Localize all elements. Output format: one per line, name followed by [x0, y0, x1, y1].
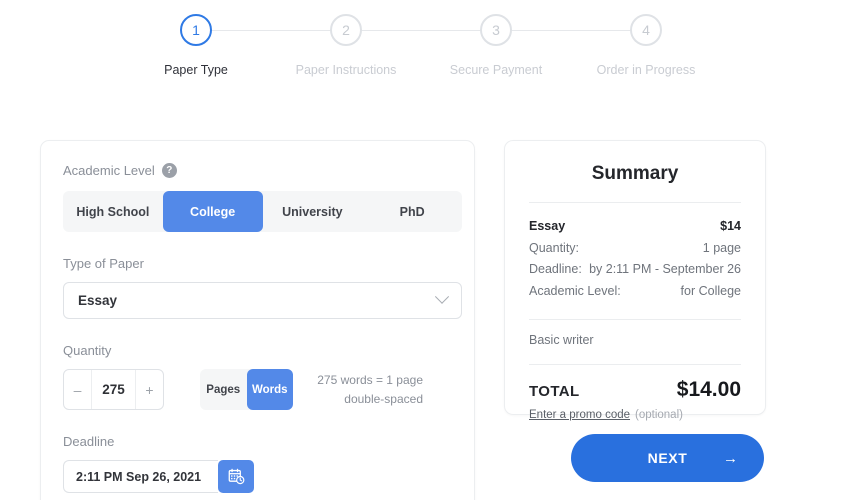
total-value: $14.00 [676, 378, 741, 401]
step-label: Order in Progress [596, 63, 696, 77]
next-button-label: NEXT [647, 450, 688, 466]
progress-stepper: 1 Paper Type 2 Paper Instructions 3 Secu… [0, 0, 842, 100]
summary-row-value: by 2:11 PM - September 26 [589, 262, 741, 276]
quantity-note-line-2: double-spaced [344, 391, 423, 406]
promo-code-row: Enter a promo code (optional) [529, 409, 741, 421]
summary-divider-bottom [529, 364, 741, 365]
step-label: Paper Type [164, 63, 228, 77]
type-of-paper-value: Essay [78, 293, 118, 308]
step-number-circle: 1 [180, 14, 212, 46]
step-number-circle: 4 [630, 14, 662, 46]
summary-row-quantity: Quantity: 1 page [529, 238, 741, 260]
quantity-conversion-note: 275 words = 1 page double-spaced [313, 371, 423, 408]
quantity-field: Quantity – 275 + Pages Words 275 words =… [63, 343, 452, 410]
step-1-paper-type[interactable]: 1 Paper Type [121, 14, 346, 77]
quantity-label: Quantity [63, 343, 112, 358]
step-3-secure-payment[interactable]: 3 Secure Payment [421, 14, 646, 77]
academic-level-option-college[interactable]: College [162, 191, 263, 232]
type-of-paper-select[interactable]: Essay [63, 282, 462, 319]
order-form-page: 1 Paper Type 2 Paper Instructions 3 Secu… [0, 0, 842, 500]
academic-level-label-text: Academic Level [63, 163, 155, 178]
arrow-right-icon: → [723, 449, 738, 467]
step-connector-1 [196, 30, 346, 31]
paper-type-form-card: Academic Level ? High School College Uni… [40, 140, 475, 500]
quantity-note-line-1: 275 words = 1 page [317, 372, 423, 387]
stepper-steps: 1 Paper Type 2 Paper Instructions 3 Secu… [121, 0, 721, 77]
summary-divider-top [529, 202, 741, 203]
summary-row-key: Quantity: [529, 240, 580, 255]
chevron-down-icon [434, 289, 450, 304]
deadline-label: Deadline [63, 434, 115, 449]
step-number-circle: 2 [330, 14, 362, 46]
summary-row-deadline: Deadline: by 2:11 PM - September 26 [529, 259, 741, 281]
writer-tier: Basic writer [529, 333, 594, 347]
step-4-order-in-progress[interactable]: 4 Order in Progress [571, 14, 721, 77]
academic-level-option-phd[interactable]: PhD [362, 191, 462, 232]
quantity-unit-words[interactable]: Words [246, 369, 293, 410]
quantity-controls-row: – 275 + Pages Words 275 words = 1 page d… [63, 369, 452, 410]
promo-optional-text: (optional) [635, 409, 683, 421]
quantity-value[interactable]: 275 [91, 370, 136, 409]
quantity-increment-button[interactable]: + [136, 370, 163, 409]
summary-divider-middle [529, 319, 741, 320]
next-button[interactable]: NEXT → [571, 434, 764, 482]
academic-level-segmented-control: High School College University PhD [63, 191, 462, 232]
summary-row-value: 1 page [702, 240, 741, 255]
academic-level-label: Academic Level ? [63, 163, 452, 178]
step-label: Secure Payment [449, 63, 543, 77]
academic-level-option-university[interactable]: University [263, 191, 363, 232]
type-of-paper-label: Type of Paper [63, 256, 144, 271]
summary-row-academic-level: Academic Level: for College [529, 281, 741, 303]
step-connector-2 [346, 30, 496, 31]
summary-card: Summary Essay $14 Quantity: 1 page Deadl… [504, 140, 766, 421]
promo-code-link[interactable]: Enter a promo code [529, 409, 630, 421]
step-2-paper-instructions[interactable]: 2 Paper Instructions [271, 14, 496, 77]
summary-row-essay: Essay $14 [529, 216, 741, 238]
summary-row-key: Academic Level: [529, 283, 621, 298]
quantity-unit-pages[interactable]: Pages [200, 369, 247, 410]
type-of-paper-field: Type of Paper Essay [63, 256, 462, 319]
summary-row-value: for College [680, 283, 741, 298]
step-connector-3 [496, 30, 646, 31]
step-number-circle: 3 [480, 14, 512, 46]
quantity-stepper: – 275 + [63, 369, 164, 410]
deadline-field: Deadline 2:11 PM Sep 26, 2021 [63, 434, 452, 493]
summary-row-key: Deadline: [529, 262, 582, 276]
summary-total-row: TOTAL $14.00 [529, 378, 741, 402]
total-label: TOTAL [529, 383, 580, 400]
step-label: Paper Instructions [295, 63, 397, 77]
academic-level-option-high-school[interactable]: High School [63, 191, 163, 232]
summary-row-key: Essay [529, 219, 566, 233]
deadline-input[interactable]: 2:11 PM Sep 26, 2021 [63, 460, 218, 493]
summary-title: Summary [591, 163, 679, 184]
quantity-unit-toggle: Pages Words [200, 369, 293, 410]
question-mark-icon[interactable]: ? [161, 163, 177, 178]
deadline-input-row: 2:11 PM Sep 26, 2021 [63, 460, 452, 493]
quantity-decrement-button[interactable]: – [64, 370, 91, 409]
summary-row-value: $14 [720, 219, 741, 233]
calendar-clock-icon[interactable] [218, 460, 254, 493]
